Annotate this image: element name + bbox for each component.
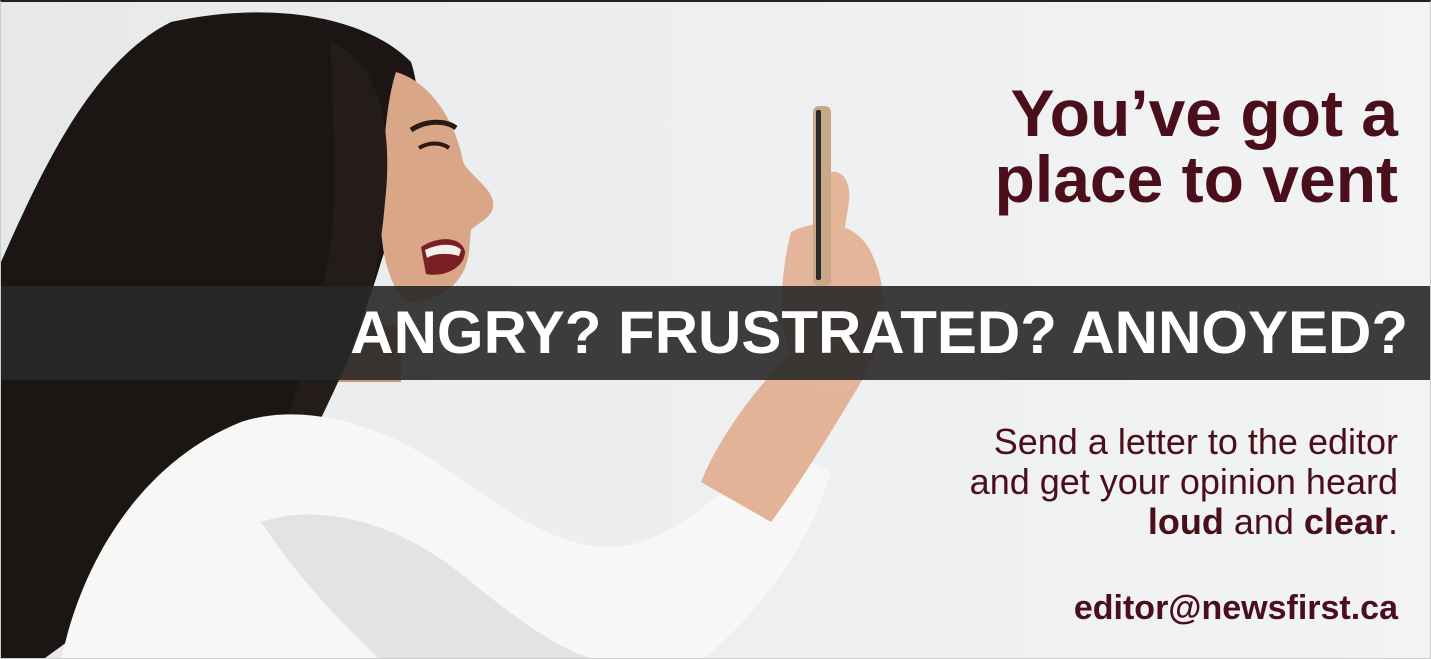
body-copy: Send a letter to the editor and get your…: [970, 422, 1398, 542]
body-line-3: loud and clear.: [970, 502, 1398, 542]
banner-strip: ANGRY? FRUSTRATED? ANNOYED?: [1, 286, 1430, 380]
phone-shape: [813, 106, 831, 286]
headline-line-2: place to vent: [994, 142, 1398, 216]
loud-text: loud: [1147, 501, 1224, 542]
headline: You’ve got a place to vent: [995, 80, 1398, 212]
editor-email-link[interactable]: editor@newsfirst.ca: [1074, 588, 1398, 628]
phone-edge-shape: [816, 110, 821, 280]
headline-line-1: You’ve got a: [1010, 76, 1399, 150]
body-line-1: Send a letter to the editor: [993, 421, 1398, 462]
banner-text: ANGRY? FRUSTRATED? ANNOYED?: [350, 299, 1408, 366]
period-text: .: [1387, 501, 1398, 542]
and-text: and: [1223, 501, 1304, 542]
body-line-2: and get your opinion heard: [969, 461, 1398, 502]
advertisement: You’ve got a place to vent ANGRY? FRUSTR…: [0, 0, 1431, 659]
clear-text: clear: [1303, 501, 1388, 542]
